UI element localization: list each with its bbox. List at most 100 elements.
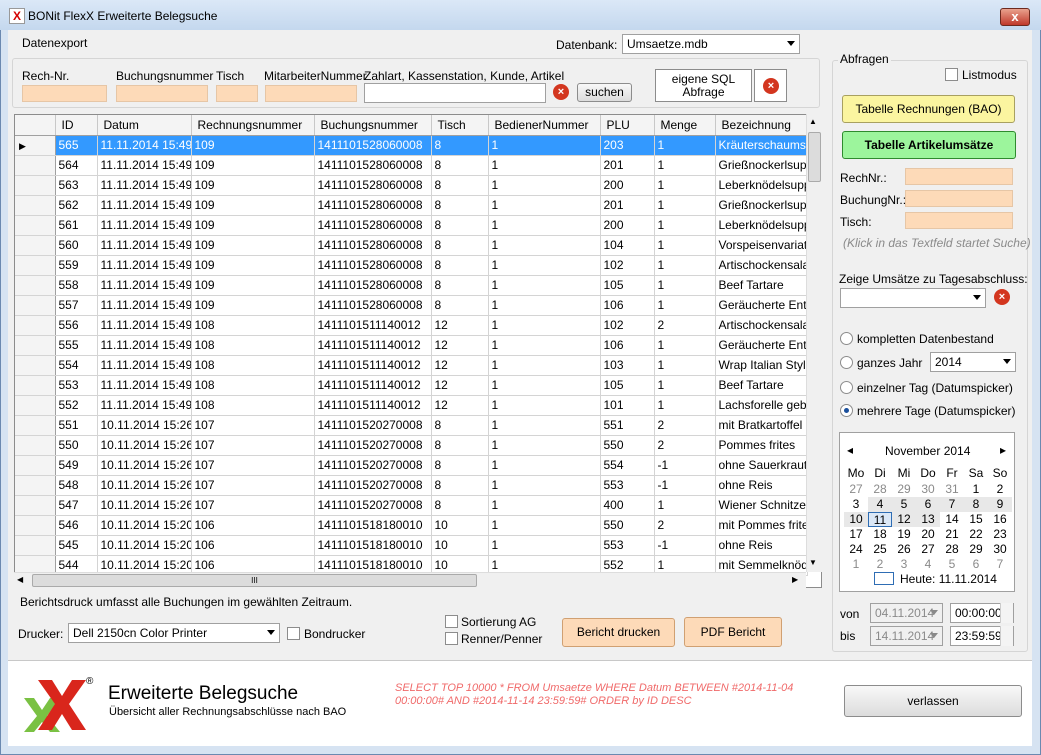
table-cell[interactable]: 547 bbox=[55, 495, 98, 516]
cal-day[interactable]: 30 bbox=[988, 542, 1012, 557]
cal-day[interactable]: 22 bbox=[964, 527, 988, 542]
table-cell[interactable]: 201 bbox=[600, 155, 655, 176]
column-header[interactable]: PLU bbox=[600, 115, 655, 136]
table-cell[interactable]: 11.11.2014 15:49 bbox=[97, 195, 192, 216]
cal-day[interactable]: 6 bbox=[916, 497, 940, 512]
table-cell[interactable]: mit Pommes frites bbox=[715, 515, 808, 536]
row-header[interactable] bbox=[15, 395, 56, 416]
horizontal-scrollbar[interactable]: ◀ III ▶ bbox=[14, 572, 806, 588]
table-cell[interactable]: 102 bbox=[600, 315, 655, 336]
table-cell[interactable]: 109 bbox=[191, 195, 315, 216]
table-cell[interactable]: 10.11.2014 15:26 bbox=[97, 455, 192, 476]
row-header[interactable] bbox=[15, 375, 56, 396]
table-cell[interactable]: 564 bbox=[55, 155, 98, 176]
cal-day[interactable]: 13 bbox=[916, 512, 940, 527]
table-cell[interactable]: Wrap Italian Style bbox=[715, 355, 808, 376]
scroll-down-icon[interactable]: ▼ bbox=[809, 558, 817, 567]
table-cell[interactable]: 553 bbox=[600, 475, 655, 496]
cal-day[interactable]: 27 bbox=[916, 542, 940, 557]
table-cell[interactable]: 8 bbox=[431, 195, 489, 216]
table-cell[interactable]: 12 bbox=[431, 335, 489, 356]
table-cell[interactable]: 560 bbox=[55, 235, 98, 256]
table-cell[interactable]: Wiener Schnitzel bbox=[715, 495, 808, 516]
bondrucker-checkbox[interactable] bbox=[287, 627, 300, 640]
table-cell[interactable]: 563 bbox=[55, 175, 98, 196]
row-header[interactable] bbox=[15, 295, 56, 316]
menu-datenexport[interactable]: Datenexport bbox=[22, 36, 87, 50]
table-cell[interactable]: 12 bbox=[431, 355, 489, 376]
table-row[interactable]: 546 10.11.2014 15:20 106 1411101518180010 10… bbox=[15, 515, 808, 536]
table-cell[interactable]: 8 bbox=[431, 435, 489, 456]
clear-tagesabschluss-icon[interactable]: × bbox=[994, 289, 1010, 305]
table-cell[interactable]: 109 bbox=[191, 255, 315, 276]
table-cell[interactable]: Kräuterschaumsu bbox=[715, 135, 808, 156]
table-cell[interactable]: 8 bbox=[431, 215, 489, 236]
table-cell[interactable]: 104 bbox=[600, 235, 655, 256]
table-cell[interactable]: 1411101520270008 bbox=[314, 455, 432, 476]
row-header[interactable] bbox=[15, 475, 56, 496]
row-header[interactable] bbox=[15, 255, 56, 276]
cal-day[interactable]: 7 bbox=[988, 557, 1012, 572]
vscroll-thumb[interactable] bbox=[808, 132, 821, 182]
table-cell[interactable]: 11.11.2014 15:49 bbox=[97, 215, 192, 236]
table-cell[interactable]: 1411101528060008 bbox=[314, 215, 432, 236]
table-cell[interactable]: Grießnockerlsupp bbox=[715, 155, 808, 176]
table-cell[interactable]: Vorspeisenvariatio bbox=[715, 235, 808, 256]
table-row[interactable]: 562 11.11.2014 15:49 109 1411101528060008 8 1… bbox=[15, 195, 808, 216]
table-cell[interactable]: 1411101528060008 bbox=[314, 195, 432, 216]
table-cell[interactable]: 1 bbox=[488, 495, 601, 516]
table-row[interactable]: 563 11.11.2014 15:49 109 1411101528060008 8 1… bbox=[15, 175, 808, 196]
tagesabschluss-select[interactable] bbox=[840, 288, 986, 308]
scroll-right-icon[interactable]: ▶ bbox=[792, 575, 798, 584]
tabelle-rechnungen-button[interactable]: Tabelle Rechnungen (BAO) bbox=[842, 95, 1015, 123]
table-cell[interactable]: 1 bbox=[488, 355, 601, 376]
table-cell[interactable]: 107 bbox=[191, 475, 315, 496]
table-cell[interactable]: 106 bbox=[191, 535, 315, 556]
table-cell[interactable]: 550 bbox=[55, 435, 98, 456]
table-cell[interactable]: 1 bbox=[488, 135, 601, 156]
bericht-drucken-button[interactable]: Bericht drucken bbox=[562, 618, 675, 647]
table-cell[interactable]: 103 bbox=[600, 355, 655, 376]
eigene-sql-button[interactable]: eigene SQL Abfrage bbox=[655, 69, 752, 102]
cal-day[interactable]: 18 bbox=[868, 527, 892, 542]
table-cell[interactable]: 554 bbox=[55, 355, 98, 376]
cal-day[interactable]: 19 bbox=[892, 527, 916, 542]
table-cell[interactable]: 1 bbox=[488, 195, 601, 216]
table-cell[interactable]: 1 bbox=[488, 415, 601, 436]
table-cell[interactable]: 106 bbox=[600, 295, 655, 316]
table-cell[interactable]: 565 bbox=[55, 135, 98, 156]
von-time-picker[interactable]: 00:00:00 bbox=[950, 603, 1014, 623]
table-cell[interactable]: 200 bbox=[600, 175, 655, 196]
cal-day[interactable]: 27 bbox=[844, 482, 868, 497]
table-cell[interactable]: 10.11.2014 15:26 bbox=[97, 415, 192, 436]
column-header[interactable]: Rechnungsnummer bbox=[191, 115, 315, 136]
table-cell[interactable]: 108 bbox=[191, 335, 315, 356]
table-cell[interactable]: 1411101528060008 bbox=[314, 295, 432, 316]
cal-prev-icon[interactable]: ◂ bbox=[847, 443, 853, 457]
table-cell[interactable]: Grießnockerlsupp bbox=[715, 195, 808, 216]
table-cell[interactable]: 109 bbox=[191, 275, 315, 296]
table-row[interactable]: 561 11.11.2014 15:49 109 1411101528060008 8 1… bbox=[15, 215, 808, 236]
table-cell[interactable]: 11.11.2014 15:49 bbox=[97, 295, 192, 316]
table-cell[interactable]: 11.11.2014 15:49 bbox=[97, 395, 192, 416]
today-label[interactable]: Heute: 11.11.2014 bbox=[900, 572, 997, 586]
table-cell[interactable]: 200 bbox=[600, 215, 655, 236]
table-cell[interactable]: 1411101520270008 bbox=[314, 415, 432, 436]
table-cell[interactable]: 8 bbox=[431, 235, 489, 256]
table-cell[interactable]: 1 bbox=[488, 435, 601, 456]
table-cell[interactable]: 10.11.2014 15:20 bbox=[97, 535, 192, 556]
table-cell[interactable]: 553 bbox=[600, 535, 655, 556]
table-cell[interactable]: 8 bbox=[431, 275, 489, 296]
table-cell[interactable]: 1 bbox=[488, 475, 601, 496]
table-row[interactable]: 557 11.11.2014 15:49 109 1411101528060008 8 1… bbox=[15, 295, 808, 316]
table-cell[interactable]: 106 bbox=[600, 335, 655, 356]
row-header[interactable] bbox=[15, 415, 56, 436]
cal-day[interactable]: 12 bbox=[892, 512, 916, 527]
table-cell[interactable]: 1 bbox=[488, 535, 601, 556]
cal-day[interactable]: 29 bbox=[892, 482, 916, 497]
table-row[interactable]: 558 11.11.2014 15:49 109 1411101528060008 8 1… bbox=[15, 275, 808, 296]
column-header[interactable]: Tisch bbox=[431, 115, 489, 136]
cal-day[interactable]: 9 bbox=[988, 497, 1012, 512]
datenbank-select[interactable]: Umsaetze.mdb bbox=[622, 34, 800, 54]
table-row[interactable]: 545 10.11.2014 15:20 106 1411101518180010 10… bbox=[15, 535, 808, 556]
